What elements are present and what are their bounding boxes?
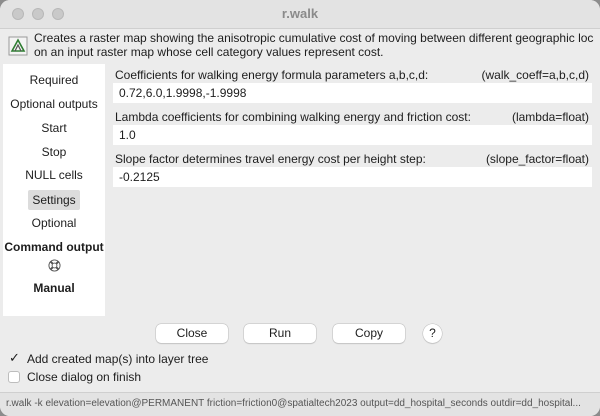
walk-coeff-input[interactable]: 0.72,6.0,1.9998,-1.9998 [113, 83, 592, 103]
description-line-1: Creates a raster map showing the anisotr… [34, 31, 594, 45]
tab-label: Stop [41, 145, 67, 159]
tab-optional-outputs[interactable]: Optional outputs [3, 95, 105, 113]
sidebar: Required Optional outputs Start Stop NUL… [3, 64, 105, 316]
settings-panel: Coefficients for walking energy formula … [109, 64, 596, 316]
tab-label: Start [41, 121, 67, 135]
tab-label: Command output [4, 240, 104, 254]
tab-label: Required [29, 73, 79, 87]
slope-factor-input[interactable]: -0.2125 [113, 167, 592, 187]
add-to-layer-tree-checkbox[interactable] [8, 350, 20, 366]
tab-command-output[interactable]: Command output [3, 238, 105, 256]
tab-settings[interactable]: Settings [3, 190, 105, 210]
param-label-row: Lambda coefficients for combining walkin… [115, 109, 589, 125]
tab-optional[interactable]: Optional [3, 214, 105, 232]
close-button[interactable]: Close [156, 324, 228, 343]
tab-label: Optional outputs [10, 97, 98, 111]
copy-button[interactable]: Copy [333, 324, 405, 343]
close-on-finish-checkbox[interactable] [8, 371, 20, 383]
close-on-finish-option[interactable]: Close dialog on finish [8, 369, 141, 385]
grass-module-icon [8, 36, 28, 56]
title-bar: r.walk [0, 0, 600, 29]
tab-label: NULL cells [25, 168, 83, 182]
tab-label: Manual [33, 281, 75, 295]
window-title: r.walk [281, 6, 319, 21]
param-label-row: Slope factor determines travel energy co… [115, 151, 589, 167]
param-label: Lambda coefficients for combining walkin… [115, 110, 471, 124]
param-key: (lambda=float) [511, 110, 589, 124]
tab-start[interactable]: Start [3, 119, 105, 137]
tab-null-cells[interactable]: NULL cells [3, 166, 105, 184]
tab-label: Settings [28, 190, 80, 210]
help-button[interactable]: ? [423, 324, 442, 343]
command-statusbar: r.walk -k elevation=elevation@PERMANENT … [0, 392, 600, 416]
add-to-layer-tree-option[interactable]: Add created map(s) into layer tree [8, 350, 209, 367]
option-label: Add created map(s) into layer tree [27, 352, 209, 366]
tab-manual[interactable]: Manual [3, 279, 105, 297]
run-button[interactable]: Run [244, 324, 316, 343]
param-label: Coefficients for walking energy formula … [115, 68, 429, 82]
tab-stop[interactable]: Stop [3, 143, 105, 161]
param-key: (walk_coeff=a,b,c,d) [481, 68, 589, 82]
lambda-input[interactable]: 1.0 [113, 125, 592, 145]
description-line-2: on an input raster map whose cell catego… [34, 45, 384, 59]
param-label: Slope factor determines travel energy co… [115, 152, 426, 166]
tab-required[interactable]: Required [3, 71, 105, 89]
dialog-window: r.walk Creates a raster map showing the … [0, 0, 600, 416]
param-key: (slope_factor=float) [485, 152, 589, 166]
param-label-row: Coefficients for walking energy formula … [115, 67, 589, 83]
module-description: Creates a raster map showing the anisotr… [34, 31, 594, 59]
option-label: Close dialog on finish [27, 370, 142, 384]
lifebuoy-icon [48, 259, 61, 272]
tab-label: Optional [31, 216, 77, 230]
